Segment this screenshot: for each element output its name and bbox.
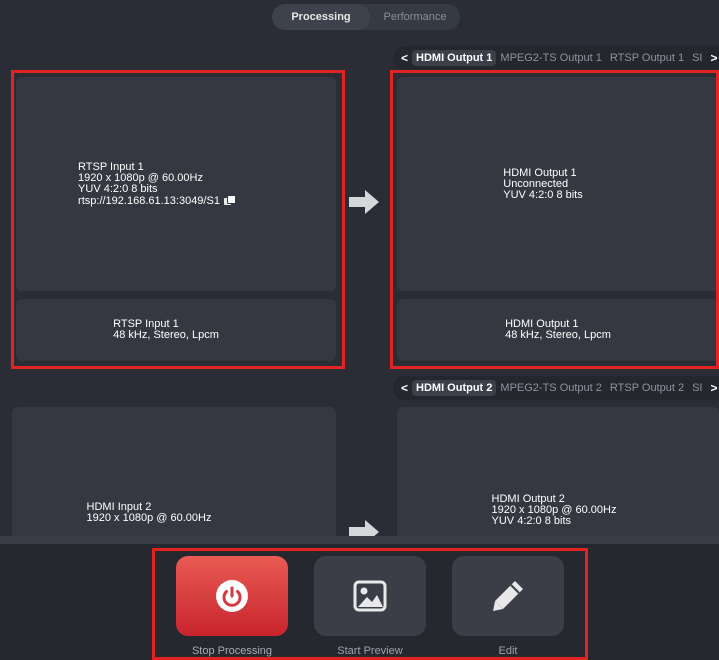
tab-mpeg2-ts-output-1[interactable]: MPEG2-TS Output 1 [496, 50, 605, 66]
tab-rtsp-output-2[interactable]: RTSP Output 2 [606, 380, 688, 396]
view-switch: Processing Performance [272, 4, 460, 30]
tab-processing[interactable]: Processing [272, 4, 370, 30]
highlight-output-1 [390, 70, 719, 369]
output-tabs-1-next[interactable]: > [707, 51, 718, 65]
tab-hdmi-output-1[interactable]: HDMI Output 1 [412, 50, 497, 66]
output-tabs-2-next[interactable]: > [707, 381, 718, 395]
highlight-toolbar [152, 548, 588, 660]
tab-mpeg2-ts-output-2[interactable]: MPEG2-TS Output 2 [496, 380, 605, 396]
highlight-input-1 [11, 70, 345, 369]
tab-performance[interactable]: Performance [370, 4, 460, 30]
app-window: Processing Performance < HDMI Output 1 M… [0, 0, 719, 660]
tab-si-2[interactable]: SI [688, 380, 706, 396]
output-tabs-2: < HDMI Output 2 MPEG2-TS Output 2 RTSP O… [393, 376, 719, 400]
output-tabs-1-prev[interactable]: < [393, 51, 412, 65]
tab-hdmi-output-2[interactable]: HDMI Output 2 [412, 380, 497, 396]
output-tabs-1: < HDMI Output 1 MPEG2-TS Output 1 RTSP O… [393, 46, 719, 70]
output-2-format: YUV 4:2:0 8 bits [491, 515, 572, 527]
tab-si-1[interactable]: SI [688, 50, 706, 66]
input-2-resolution: 1920 x 1080p @ 60.00Hz [86, 512, 212, 524]
tab-rtsp-output-1[interactable]: RTSP Output 1 [606, 50, 688, 66]
toolbar-divider [0, 536, 719, 544]
arrow-right-icon [349, 190, 379, 214]
output-tabs-2-prev[interactable]: < [393, 381, 412, 395]
